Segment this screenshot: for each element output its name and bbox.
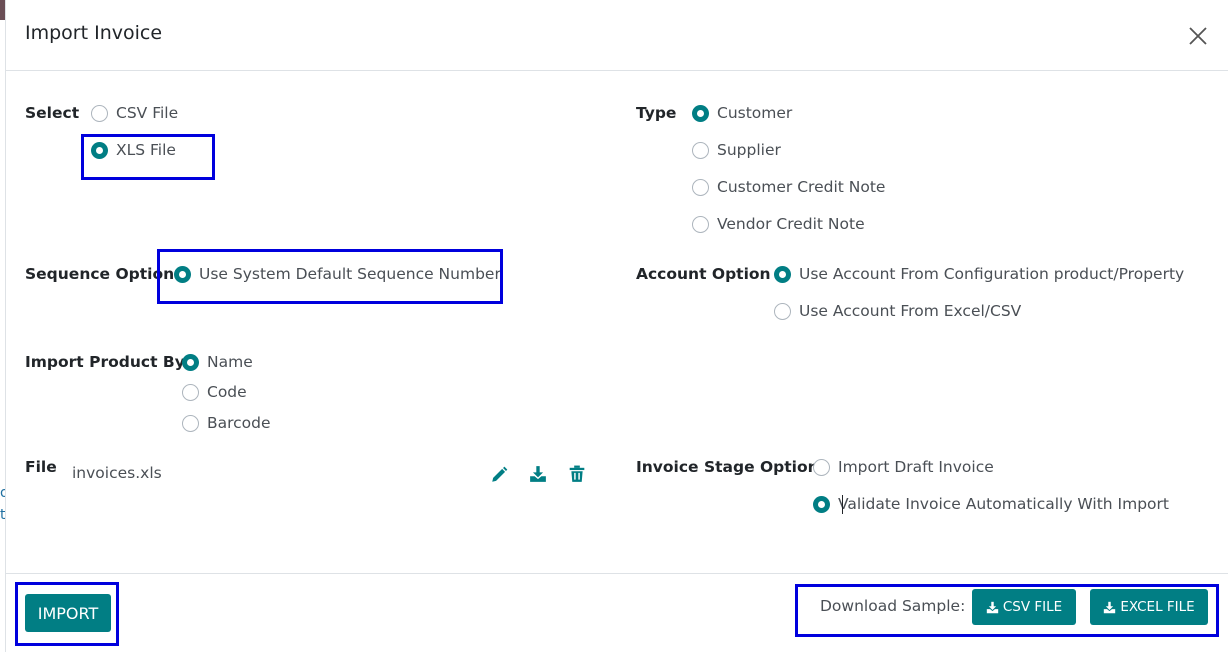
radio-vendor-credit-note[interactable]: Vendor Credit Note (692, 213, 865, 235)
type-label: Type (636, 104, 677, 122)
radio-system-default-sequence[interactable]: Use System Default Sequence Number (174, 263, 501, 285)
radio-label: Use Account From Configuration product/P… (799, 265, 1185, 283)
radio-button-checked[interactable] (692, 104, 709, 122)
download-icon (986, 601, 999, 613)
radio-button-checked[interactable] (813, 495, 830, 513)
dialog-header: Import Invoice (6, 0, 1228, 71)
radio-supplier[interactable]: Supplier (692, 139, 781, 161)
radio-product-barcode[interactable]: Barcode (182, 412, 271, 434)
radio-label: Customer Credit Note (717, 178, 886, 196)
radio-button-checked[interactable] (174, 265, 191, 283)
download-icon (1104, 601, 1116, 613)
radio-product-code[interactable]: Code (182, 381, 247, 403)
radio-label: Name (207, 353, 253, 371)
invoice-stage-option-label: Invoice Stage Option (636, 458, 819, 476)
radio-label: Supplier (717, 141, 781, 159)
radio-button[interactable] (692, 141, 709, 159)
radio-label: CSV File (116, 104, 179, 122)
trash-icon[interactable] (568, 465, 586, 483)
radio-xls-file[interactable]: XLS File (91, 139, 176, 161)
close-icon[interactable] (1186, 24, 1210, 48)
file-label: File (25, 458, 57, 476)
radio-button[interactable] (91, 104, 108, 122)
radio-button[interactable] (182, 414, 199, 432)
select-label: Select (25, 104, 80, 122)
download-sample-label: Download Sample: (820, 597, 966, 615)
import-button[interactable]: IMPORT (25, 594, 111, 632)
csv-file-button-label: CSV FILE (1002, 599, 1063, 615)
csv-file-button[interactable]: CSV FILE (972, 589, 1076, 625)
excel-file-button[interactable]: EXCEL FILE (1090, 589, 1208, 625)
radio-customer-credit-note[interactable]: Customer Credit Note (692, 176, 885, 198)
file-name: invoices.xls (72, 464, 162, 482)
radio-button[interactable] (692, 215, 709, 233)
radio-button[interactable] (774, 302, 791, 320)
radio-button-checked[interactable] (91, 141, 108, 159)
radio-label: Barcode (207, 414, 271, 432)
radio-label: Import Draft Invoice (838, 458, 994, 476)
radio-button-checked[interactable] (182, 353, 199, 371)
radio-validate-invoice[interactable]: Validate Invoice Automatically With Impo… (813, 493, 1169, 515)
radio-account-from-excel[interactable]: Use Account From Excel/CSV (774, 300, 1021, 322)
radio-button-checked[interactable] (774, 265, 791, 283)
radio-product-name[interactable]: Name (182, 351, 253, 373)
radio-label: Customer (717, 104, 793, 122)
radio-label: Vendor Credit Note (717, 215, 865, 233)
radio-import-draft-invoice[interactable]: Import Draft Invoice (813, 456, 994, 478)
radio-label: Use System Default Sequence Number (199, 265, 501, 283)
import-invoice-dialog: Import Invoice Select CSV File XLS File … (5, 0, 1228, 652)
radio-button[interactable] (692, 178, 709, 196)
radio-label: Validate Invoice Automatically With Impo… (838, 495, 1169, 513)
import-product-by-label: Import Product By (25, 353, 185, 371)
pencil-icon[interactable] (490, 466, 508, 484)
text-cursor (842, 495, 843, 514)
radio-label: XLS File (116, 141, 176, 159)
radio-account-from-configuration[interactable]: Use Account From Configuration product/P… (774, 263, 1184, 285)
radio-label: Code (207, 383, 247, 401)
dialog-title: Import Invoice (25, 22, 163, 44)
radio-button[interactable] (182, 383, 199, 401)
dialog-footer: IMPORT Download Sample: CSV FILE EXCEL F… (6, 573, 1228, 652)
account-option-label: Account Option (636, 265, 771, 283)
sequence-option-label: Sequence Option (25, 265, 175, 283)
radio-customer[interactable]: Customer (692, 102, 792, 124)
excel-file-button-label: EXCEL FILE (1120, 599, 1195, 615)
radio-label: Use Account From Excel/CSV (799, 302, 1022, 320)
radio-csv-file[interactable]: CSV File (91, 102, 178, 124)
radio-button[interactable] (813, 458, 830, 476)
download-icon[interactable] (529, 465, 547, 483)
